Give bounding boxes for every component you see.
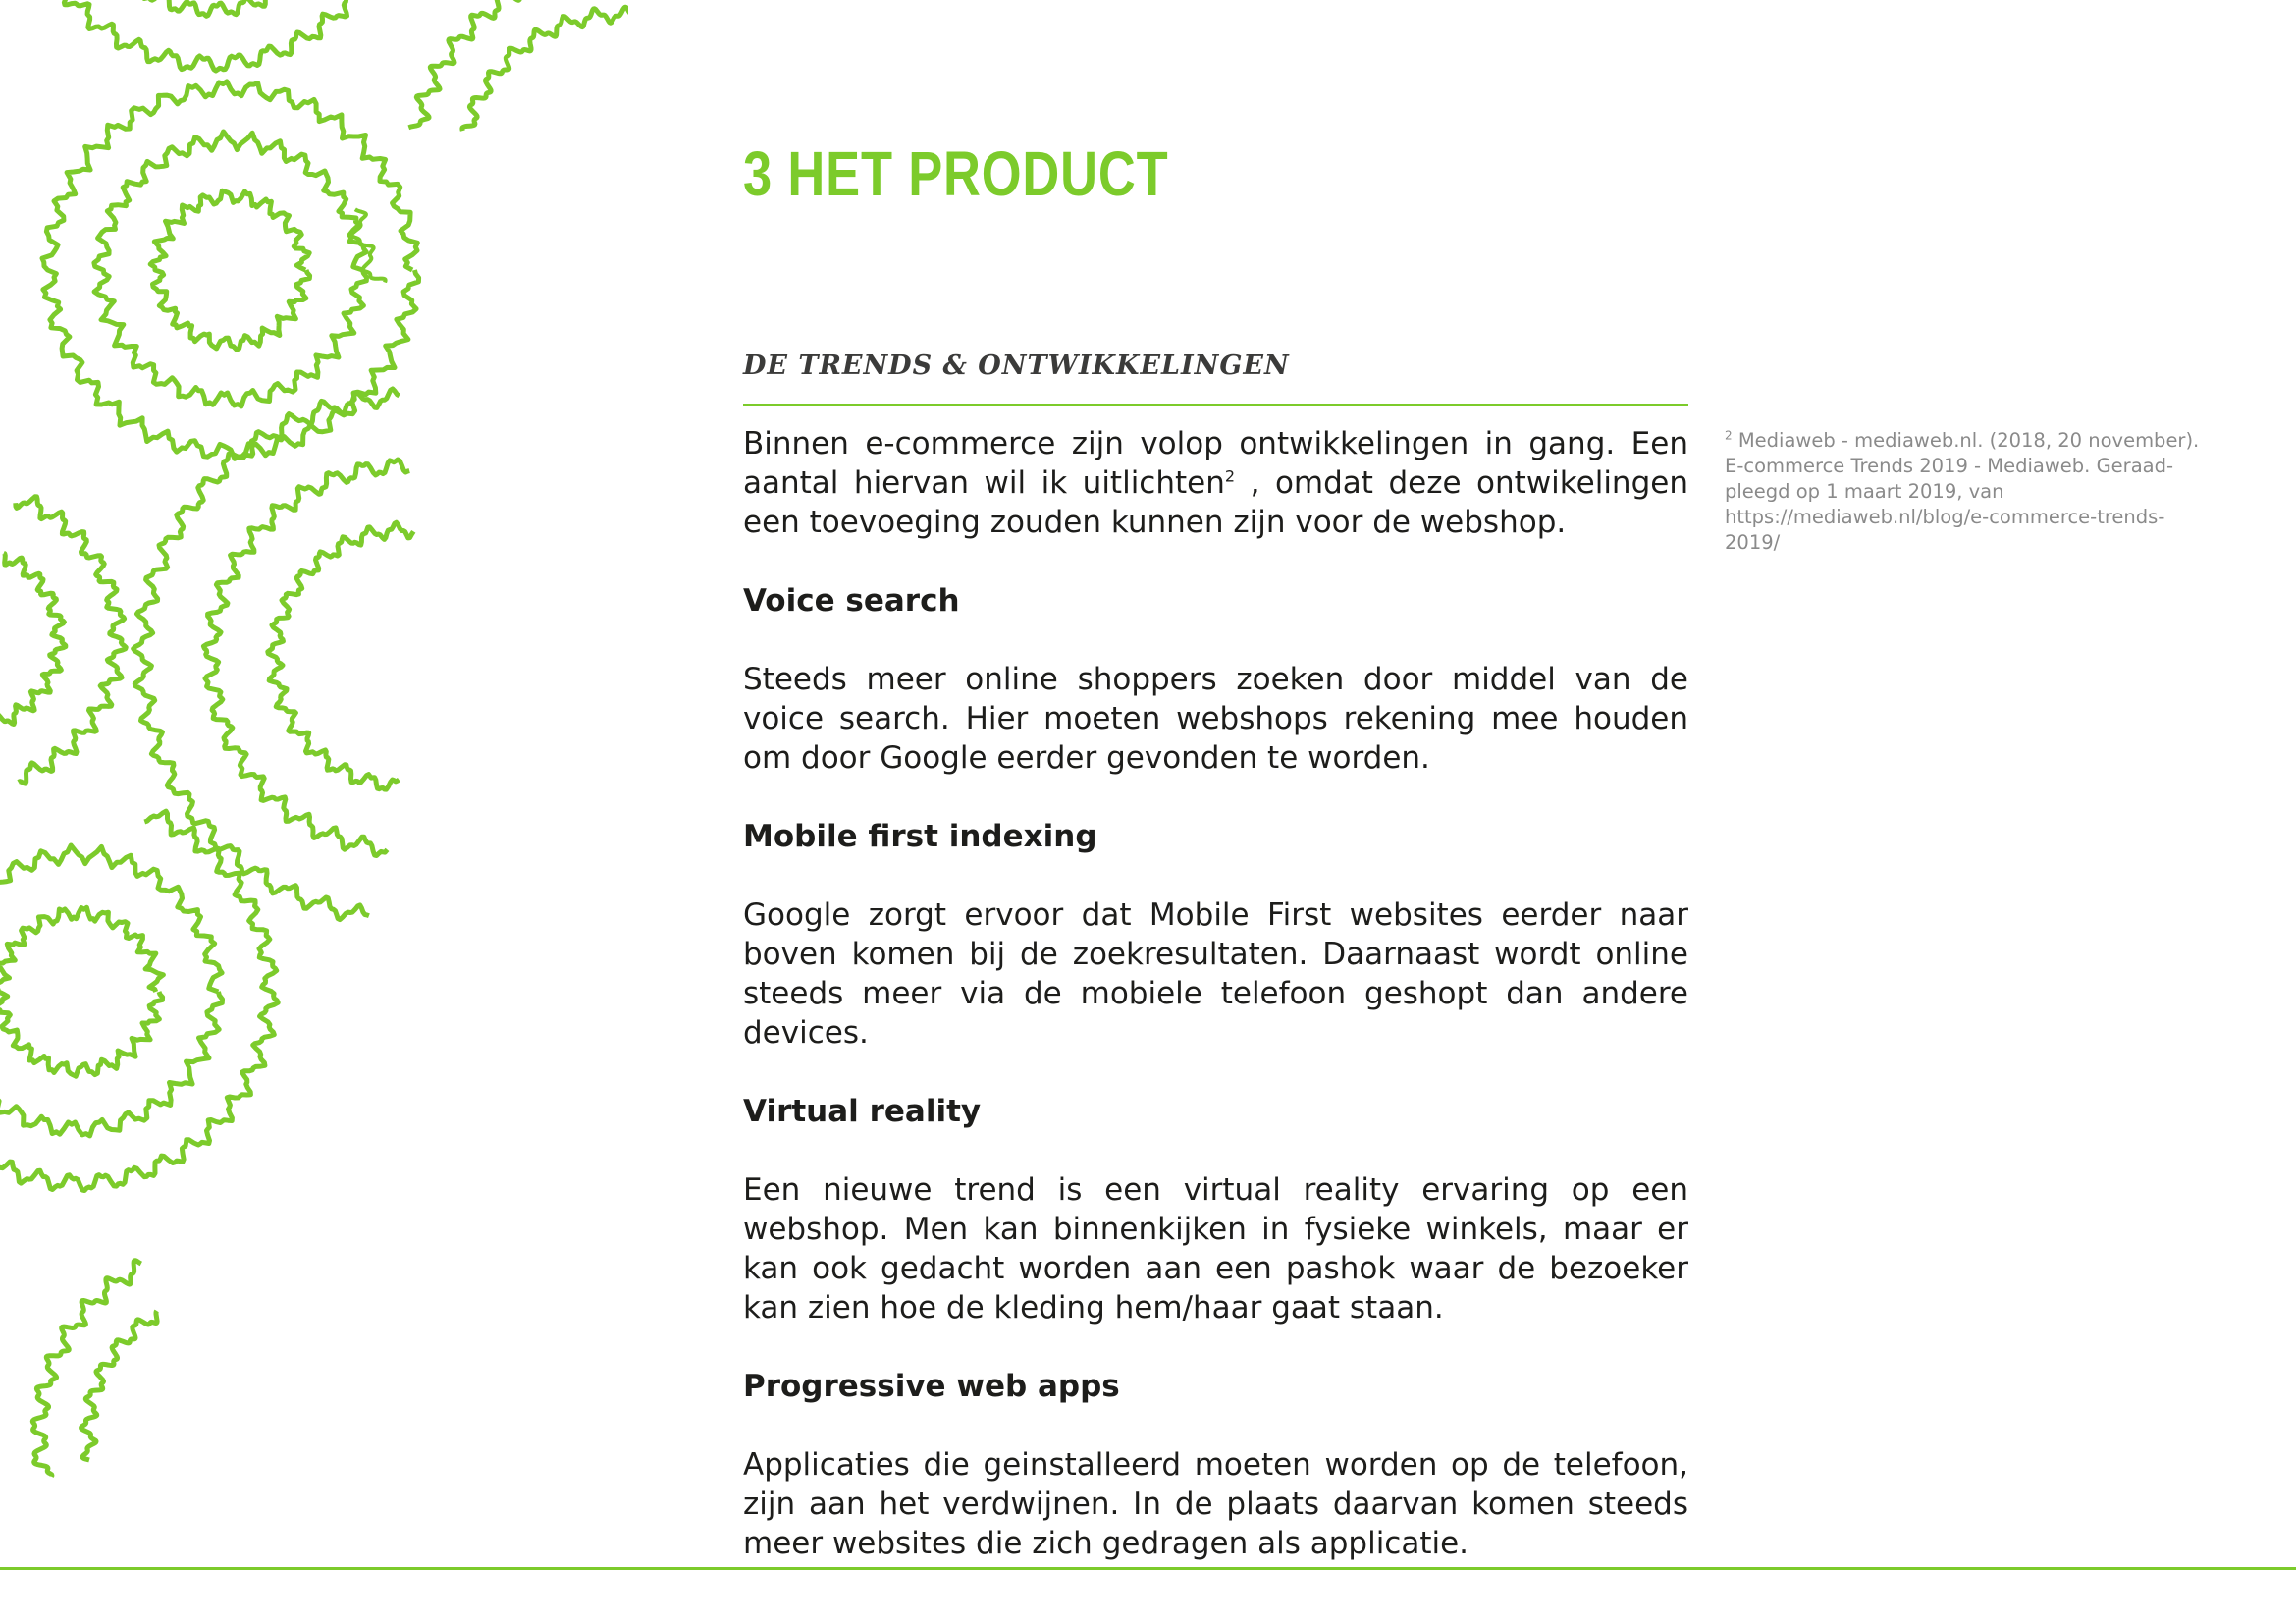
- chapter-title: 3 HET PRODUCT: [743, 138, 1169, 209]
- decorative-ring: [0, 808, 281, 1193]
- trend-heading-mobile-first-indexing: Mobile first indexing: [743, 819, 1097, 854]
- decorative-ring: [91, 129, 369, 409]
- footnote-reference: 2: [1224, 466, 1236, 486]
- trend-text-voice-search: Steeds meer online shoppers zoeken door …: [743, 662, 1688, 776]
- decorative-ring: [0, 551, 69, 727]
- body-text: Binnen e-commerce zijn volop ontwikkelin…: [743, 424, 1688, 1602]
- decorative-ring: [147, 188, 313, 352]
- footnote-number: 2: [1725, 428, 1733, 443]
- footnote-text: Mediaweb - mediaweb.nl. (2018, 20 novemb…: [1725, 429, 2200, 554]
- decorative-ring: [61, 0, 349, 74]
- decorative-ring: [200, 457, 410, 858]
- trend-text-virtual-reality: Een nieuwe trend is een virtual reality …: [743, 1172, 1688, 1326]
- trend-text-progressive-web-apps: Applicaties die geinstalleerd moeten wor…: [743, 1447, 1688, 1561]
- decorative-ring: [141, 0, 268, 19]
- decorative-circle-pattern: [0, 0, 628, 1479]
- section-heading: DE TRENDS & ONTWIKKELINGEN: [743, 351, 1290, 381]
- decorative-ring: [13, 494, 129, 786]
- intro-paragraph: Binnen e-commerce zijn volop ontwikkelin…: [743, 424, 1688, 542]
- decorative-ring: [459, 4, 628, 133]
- trend-heading-voice-search: Voice search: [743, 583, 960, 619]
- section-divider: [743, 404, 1688, 406]
- decorative-ring: [79, 1309, 160, 1463]
- decorative-ring: [407, 0, 522, 131]
- decorative-ring: [265, 519, 416, 792]
- trend-text-mobile-first-indexing: Google zorgt ervoor dat Mobile First web…: [743, 897, 1688, 1051]
- trend-heading-progressive-web-apps: Progressive web apps: [743, 1369, 1120, 1404]
- page-bottom-rule: [0, 1567, 2296, 1570]
- footnote: 2 Mediaweb - mediaweb.nl. (2018, 20 nove…: [1725, 428, 2206, 556]
- trend-heading-virtual-reality: Virtual reality: [743, 1094, 982, 1129]
- decorative-ring: [0, 842, 225, 1139]
- decorative-ring: [29, 1258, 142, 1479]
- decorative-ring: [0, 904, 166, 1079]
